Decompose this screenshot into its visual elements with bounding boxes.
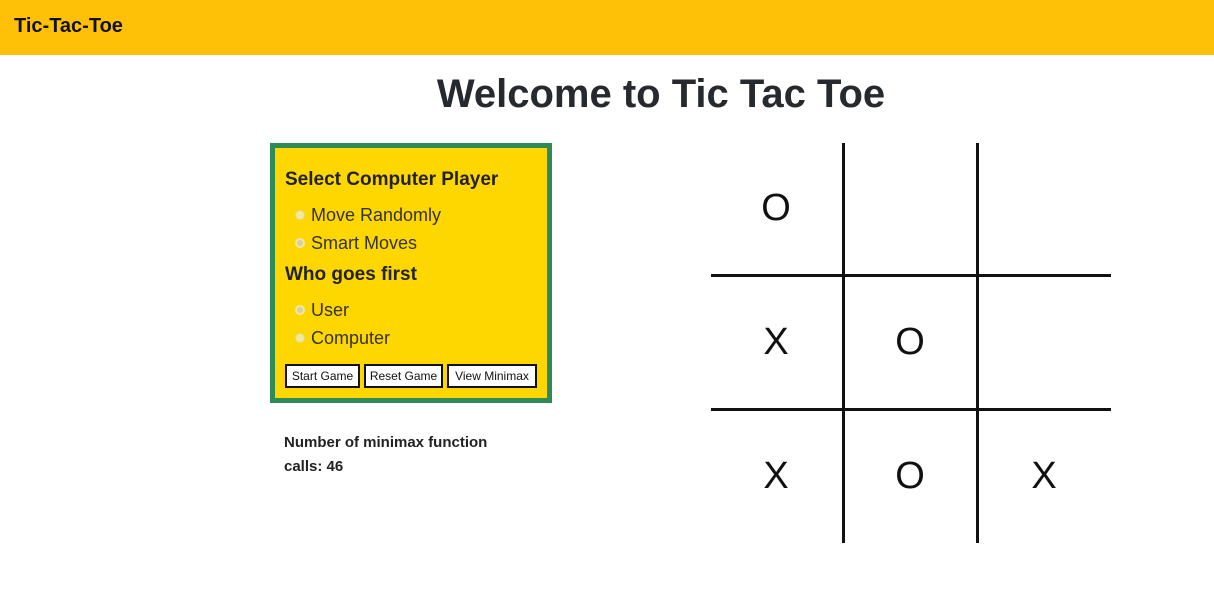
radio-smart-moves[interactable]: Smart Moves xyxy=(295,232,417,254)
board-cell-2[interactable] xyxy=(979,143,1109,273)
reset-game-button[interactable]: Reset Game xyxy=(364,364,443,388)
board-cell-4[interactable]: O xyxy=(845,277,975,407)
settings-panel: Select Computer Player Move Randomly Sma… xyxy=(270,143,552,403)
radio-button[interactable] xyxy=(295,238,305,248)
board-cell-5[interactable] xyxy=(979,277,1109,407)
radio-computer-first[interactable]: Computer xyxy=(295,327,390,349)
start-game-button[interactable]: Start Game xyxy=(285,364,360,388)
radio-button[interactable] xyxy=(295,210,305,220)
radio-button[interactable] xyxy=(295,333,305,343)
radio-move-randomly[interactable]: Move Randomly xyxy=(295,204,441,226)
radio-label: Move Randomly xyxy=(311,204,442,225)
first-player-heading: Who goes first xyxy=(285,264,417,285)
radio-label: Smart Moves xyxy=(311,232,418,253)
radio-label: User xyxy=(311,299,350,320)
board-cell-1[interactable] xyxy=(845,143,975,273)
brand-title[interactable]: Tic-Tac-Toe xyxy=(14,15,123,38)
radio-user-first[interactable]: User xyxy=(295,299,349,321)
page-title: Welcome to Tic Tac Toe xyxy=(436,72,886,116)
view-minimax-button[interactable]: View Minimax xyxy=(447,364,537,388)
board-cell-3[interactable]: X xyxy=(711,277,841,407)
board-cell-6[interactable]: X xyxy=(711,411,841,541)
radio-button[interactable] xyxy=(295,305,305,315)
board-cell-7[interactable]: O xyxy=(845,411,975,541)
game-board: O X O X O X xyxy=(711,143,1111,543)
minimax-calls-count: Number of minimax function calls: 46 xyxy=(284,434,488,475)
board-cell-8[interactable]: X xyxy=(979,411,1109,541)
board-cell-0[interactable]: O xyxy=(711,143,841,273)
computer-player-heading: Select Computer Player xyxy=(285,169,499,190)
navbar: Tic-Tac-Toe xyxy=(0,0,1214,55)
radio-label: Computer xyxy=(311,327,391,348)
